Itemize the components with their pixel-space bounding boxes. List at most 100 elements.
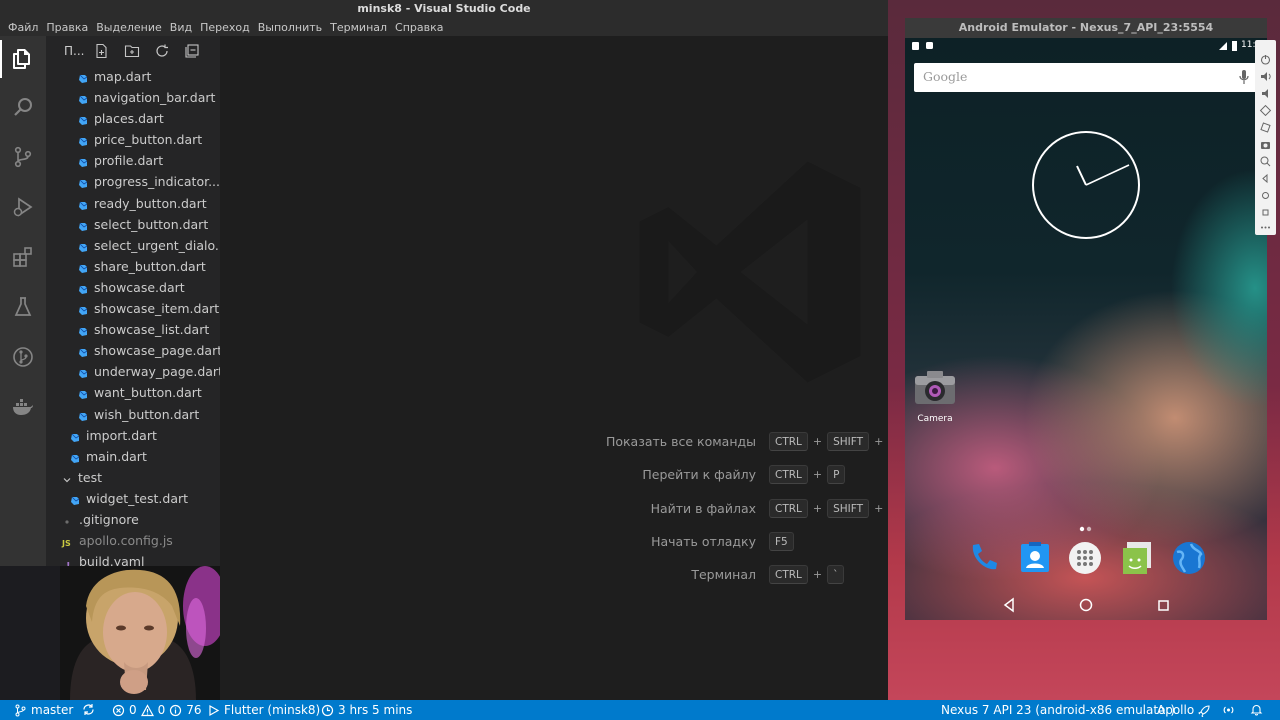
file-tree-item[interactable]: places.dart [46, 108, 220, 129]
app-drawer-icon[interactable] [1067, 540, 1103, 576]
power-icon[interactable] [1259, 53, 1272, 66]
file-tree-item[interactable]: share_button.dart [46, 256, 220, 277]
menu-items: Файл Правка Выделение Вид Переход Выполн… [0, 18, 448, 36]
file-tree-item[interactable]: underway_page.dart [46, 361, 220, 382]
analog-clock-widget[interactable] [1031, 130, 1141, 240]
flutter-status[interactable]: Flutter (minsk8) [207, 703, 320, 717]
menu-selection[interactable]: Выделение [92, 18, 166, 36]
git-graph-icon[interactable] [10, 344, 36, 370]
menu-help[interactable]: Справка [391, 18, 447, 36]
testing-flask-icon[interactable] [10, 294, 36, 320]
refresh-icon[interactable] [154, 43, 170, 59]
new-folder-icon[interactable] [124, 43, 140, 59]
file-tree-item[interactable]: select_urgent_dialo... [46, 235, 220, 256]
collapse-all-icon[interactable] [184, 43, 200, 59]
shortcut-label: Перейти к файлу [642, 467, 756, 483]
menu-run[interactable]: Выполнить [254, 18, 326, 36]
webcam-person-image [0, 566, 220, 700]
dart-file-icon [78, 156, 88, 168]
rotate-left-icon[interactable] [1259, 104, 1272, 117]
file-name: test [78, 469, 103, 485]
problems-status[interactable]: 0 0 76 [112, 703, 202, 717]
phone-icon[interactable] [965, 540, 1001, 576]
shortcut-keys: CTRL + P [769, 465, 846, 485]
keycap: SHIFT [827, 498, 870, 518]
file-tree-item[interactable]: widget_test.dart [46, 488, 220, 509]
file-tree-item[interactable]: JS apollo.config.js [46, 530, 220, 551]
microphone-icon[interactable] [1239, 70, 1249, 85]
overview-button-icon[interactable] [1259, 206, 1272, 219]
google-search-bar[interactable]: Google [914, 63, 1257, 92]
rotate-right-icon[interactable] [1259, 121, 1272, 134]
file-tree-item[interactable]: select_button.dart [46, 214, 220, 235]
file-name: widget_test.dart [86, 490, 189, 506]
menu-terminal[interactable]: Терминал [326, 18, 391, 36]
docker-icon[interactable] [10, 394, 36, 420]
file-tree-item[interactable]: test [46, 467, 220, 488]
file-tree-item[interactable]: import.dart [46, 425, 220, 446]
file-tree-item[interactable]: progress_indicator.... [46, 171, 220, 192]
notifications-status[interactable] [1250, 703, 1263, 716]
shortcut-hint: Показать все командыCTRL+SHIFT+P [220, 432, 907, 452]
browser-globe-icon[interactable] [1171, 540, 1207, 576]
file-tree-item[interactable]: price_button.dart [46, 129, 220, 150]
info-count: 76 [186, 703, 202, 717]
file-tree: map.dart navigation_bar.dart places.dart pr… [46, 66, 220, 572]
file-tree-item[interactable]: showcase_list.dart [46, 319, 220, 340]
file-tree-item[interactable]: map.dart [46, 66, 220, 87]
new-file-icon[interactable] [94, 43, 110, 59]
shortcut-label: Терминал [691, 567, 756, 583]
file-tree-item[interactable]: main.dart [46, 446, 220, 467]
device-status[interactable]: Nexus 7 API 23 (android-x86 emulator) [941, 703, 1175, 717]
wakatime-status[interactable]: 3 hrs 5 mins [321, 703, 412, 717]
extensions-icon[interactable] [10, 244, 36, 270]
source-control-icon[interactable] [10, 144, 36, 170]
contacts-icon[interactable] [1017, 540, 1053, 576]
file-tree-item[interactable]: showcase.dart [46, 277, 220, 298]
key-separator: + [874, 501, 884, 515]
apollo-status[interactable]: Apollo [1157, 703, 1211, 717]
dart-file-icon [78, 346, 88, 358]
volume-up-icon[interactable] [1259, 70, 1272, 83]
file-name: ready_button.dart [94, 195, 207, 211]
warning-icon [140, 703, 154, 716]
git-branch-status[interactable]: master [14, 703, 73, 717]
zoom-icon[interactable] [1259, 155, 1272, 168]
file-tree-item[interactable]: want_button.dart [46, 382, 220, 403]
back-button-icon[interactable] [1259, 172, 1272, 185]
messaging-icon[interactable] [1119, 540, 1155, 576]
file-tree-item[interactable]: navigation_bar.dart [46, 87, 220, 108]
run-debug-icon[interactable] [10, 194, 36, 220]
menu-view[interactable]: Вид [166, 18, 196, 36]
file-tree-item[interactable]: profile.dart [46, 150, 220, 171]
volume-down-icon[interactable] [1259, 87, 1272, 100]
camera-app-shortcut[interactable]: Camera [913, 368, 957, 424]
file-name: navigation_bar.dart [94, 90, 216, 106]
file-name: .gitignore [79, 511, 139, 527]
dart-file-icon [78, 367, 88, 379]
keycap: SHIFT [827, 432, 870, 451]
home-button-icon[interactable] [1259, 189, 1272, 202]
file-tree-item[interactable]: .gitignore [46, 509, 220, 530]
search-icon[interactable] [10, 94, 36, 120]
apollo-label: Apollo [1157, 703, 1195, 717]
file-tree-item[interactable]: showcase_item.dart [46, 298, 220, 319]
broadcast-status[interactable] [1222, 703, 1235, 716]
file-name: showcase_page.dart [94, 343, 220, 359]
sync-status[interactable] [82, 703, 95, 716]
menu-edit[interactable]: Правка [42, 18, 92, 36]
dart-file-icon [78, 199, 88, 210]
screenshot-icon[interactable] [1259, 138, 1272, 151]
shortcut-label: Найти в файлах [650, 500, 756, 516]
camera-icon [915, 371, 955, 404]
menu-file[interactable]: Файл [4, 18, 42, 36]
file-tree-item[interactable]: wish_button.dart [46, 404, 220, 425]
more-icon[interactable] [1259, 221, 1272, 234]
menu-go[interactable]: Переход [196, 18, 254, 36]
file-name: showcase_list.dart [94, 322, 210, 338]
shortcut-hint: Перейти к файлу CTRL + P [220, 465, 888, 485]
file-name: progress_indicator.... [94, 174, 220, 190]
file-tree-item[interactable]: ready_button.dart [46, 193, 220, 214]
file-tree-item[interactable]: showcase_page.dart [46, 340, 220, 361]
explorer-icon[interactable] [0, 40, 36, 78]
